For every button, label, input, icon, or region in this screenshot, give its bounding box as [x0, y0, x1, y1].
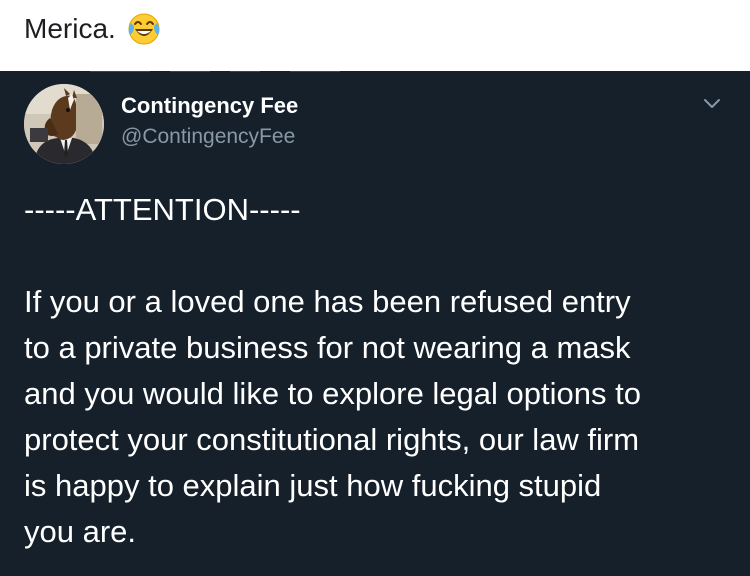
display-name[interactable]: Contingency Fee	[121, 92, 298, 120]
post-caption: Merica.	[24, 13, 116, 44]
laughing-crying-face-icon	[128, 13, 160, 45]
tweet-body-line: and you would like to explore legal opti…	[24, 376, 641, 411]
previous-tweet-fragment	[90, 71, 340, 72]
horse-lawyer-avatar-icon	[24, 84, 104, 164]
attention-line: -----ATTENTION-----	[24, 192, 301, 227]
tweet-body-line: If you or a loved one has been refused e…	[24, 284, 631, 319]
tweet-body-line: you are.	[24, 514, 137, 549]
tweet-body-line: to a private business for not wearing a …	[24, 330, 631, 365]
avatar[interactable]	[24, 84, 104, 164]
tweet-body: If you or a loved one has been refused e…	[24, 279, 740, 555]
user-handle[interactable]: @ContingencyFee	[121, 124, 295, 150]
tweet-body-line: protect your constitutional rights, our …	[24, 422, 640, 457]
tweet-card[interactable]: Contingency Fee @ContingencyFee -----ATT…	[0, 71, 750, 576]
tweet-body-line: is happy to explain just how fucking stu…	[24, 468, 602, 503]
chevron-down-icon[interactable]	[700, 91, 724, 115]
post-caption-bar: Merica.	[0, 0, 750, 71]
